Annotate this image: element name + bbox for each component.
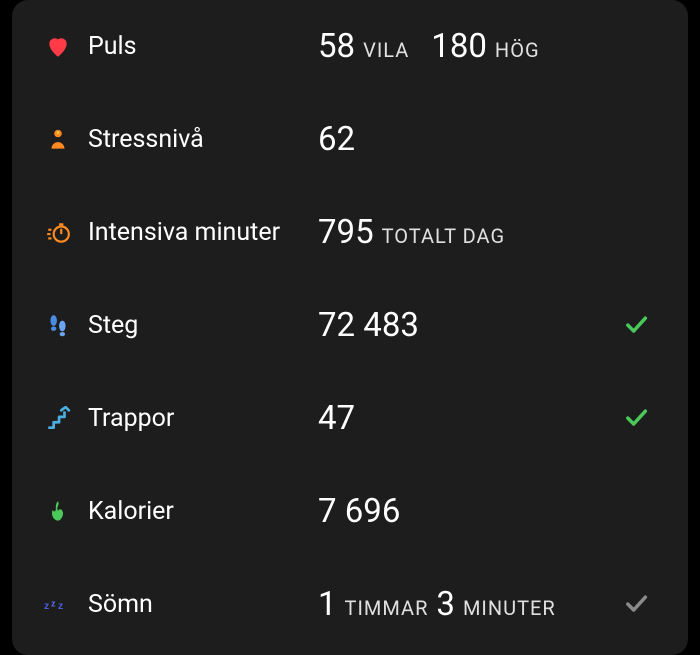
stairs-icon [44,405,72,433]
stat-value: 62 [318,120,616,159]
sleep-icon: z z z [44,591,72,619]
stat-row-pulse[interactable]: Puls 58 VILA 180 HÖG [12,0,688,93]
stat-value: 72 483 [318,306,616,345]
svg-text:z: z [51,598,56,608]
health-stats-panel: Puls 58 VILA 180 HÖG Stressnivå 62 [12,0,688,655]
flame-icon [44,498,72,526]
stat-value: 58 VILA 180 HÖG [318,27,616,66]
svg-text:z: z [58,600,63,612]
stat-value: 47 [318,399,616,438]
stat-value: 795 TOTALT DAG [318,213,616,252]
checkmark-icon [622,403,650,435]
stat-label: Kalorier [88,497,318,526]
stat-row-intensity[interactable]: Intensiva minuter 795 TOTALT DAG [12,186,688,279]
stat-label: Steg [88,311,318,340]
stress-icon [44,126,72,154]
stat-value: 1 TIMMAR 3 MINUTER [318,585,616,624]
stat-label: Sömn [88,590,318,619]
footsteps-icon [44,312,72,340]
stat-label: Puls [88,32,318,61]
stat-row-calories[interactable]: Kalorier 7 696 [12,465,688,558]
stat-label: Intensiva minuter [88,218,318,247]
stat-row-stress[interactable]: Stressnivå 62 [12,93,688,186]
stat-row-sleep[interactable]: z z z Sömn 1 TIMMAR 3 MINUTER [12,558,688,651]
stat-row-steps[interactable]: Steg 72 483 [12,279,688,372]
heart-icon [44,33,72,61]
stat-label: Trappor [88,404,318,433]
stat-value: 7 696 [318,492,616,531]
checkmark-icon [622,589,650,621]
stat-row-floors[interactable]: Trappor 47 [12,372,688,465]
svg-text:z: z [44,600,49,612]
stat-label: Stressnivå [88,125,318,154]
checkmark-icon [622,310,650,342]
stopwatch-icon [44,219,72,247]
